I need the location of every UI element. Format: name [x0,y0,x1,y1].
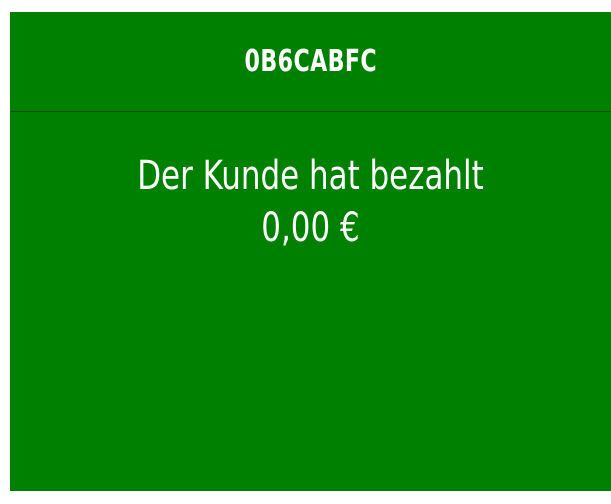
payment-status-panel: 0B6CABFC Der Kunde hat bezahlt 0,00 € [10,12,611,491]
page-frame: 0B6CABFC Der Kunde hat bezahlt 0,00 € [0,0,611,504]
payment-status-message: Der Kunde hat bezahlt [137,153,484,199]
payment-amount: 0,00 € [261,205,360,251]
transaction-id-title: 0B6CABFC [244,44,377,79]
panel-body: Der Kunde hat bezahlt 0,00 € [10,112,611,491]
panel-header: 0B6CABFC [10,12,611,112]
